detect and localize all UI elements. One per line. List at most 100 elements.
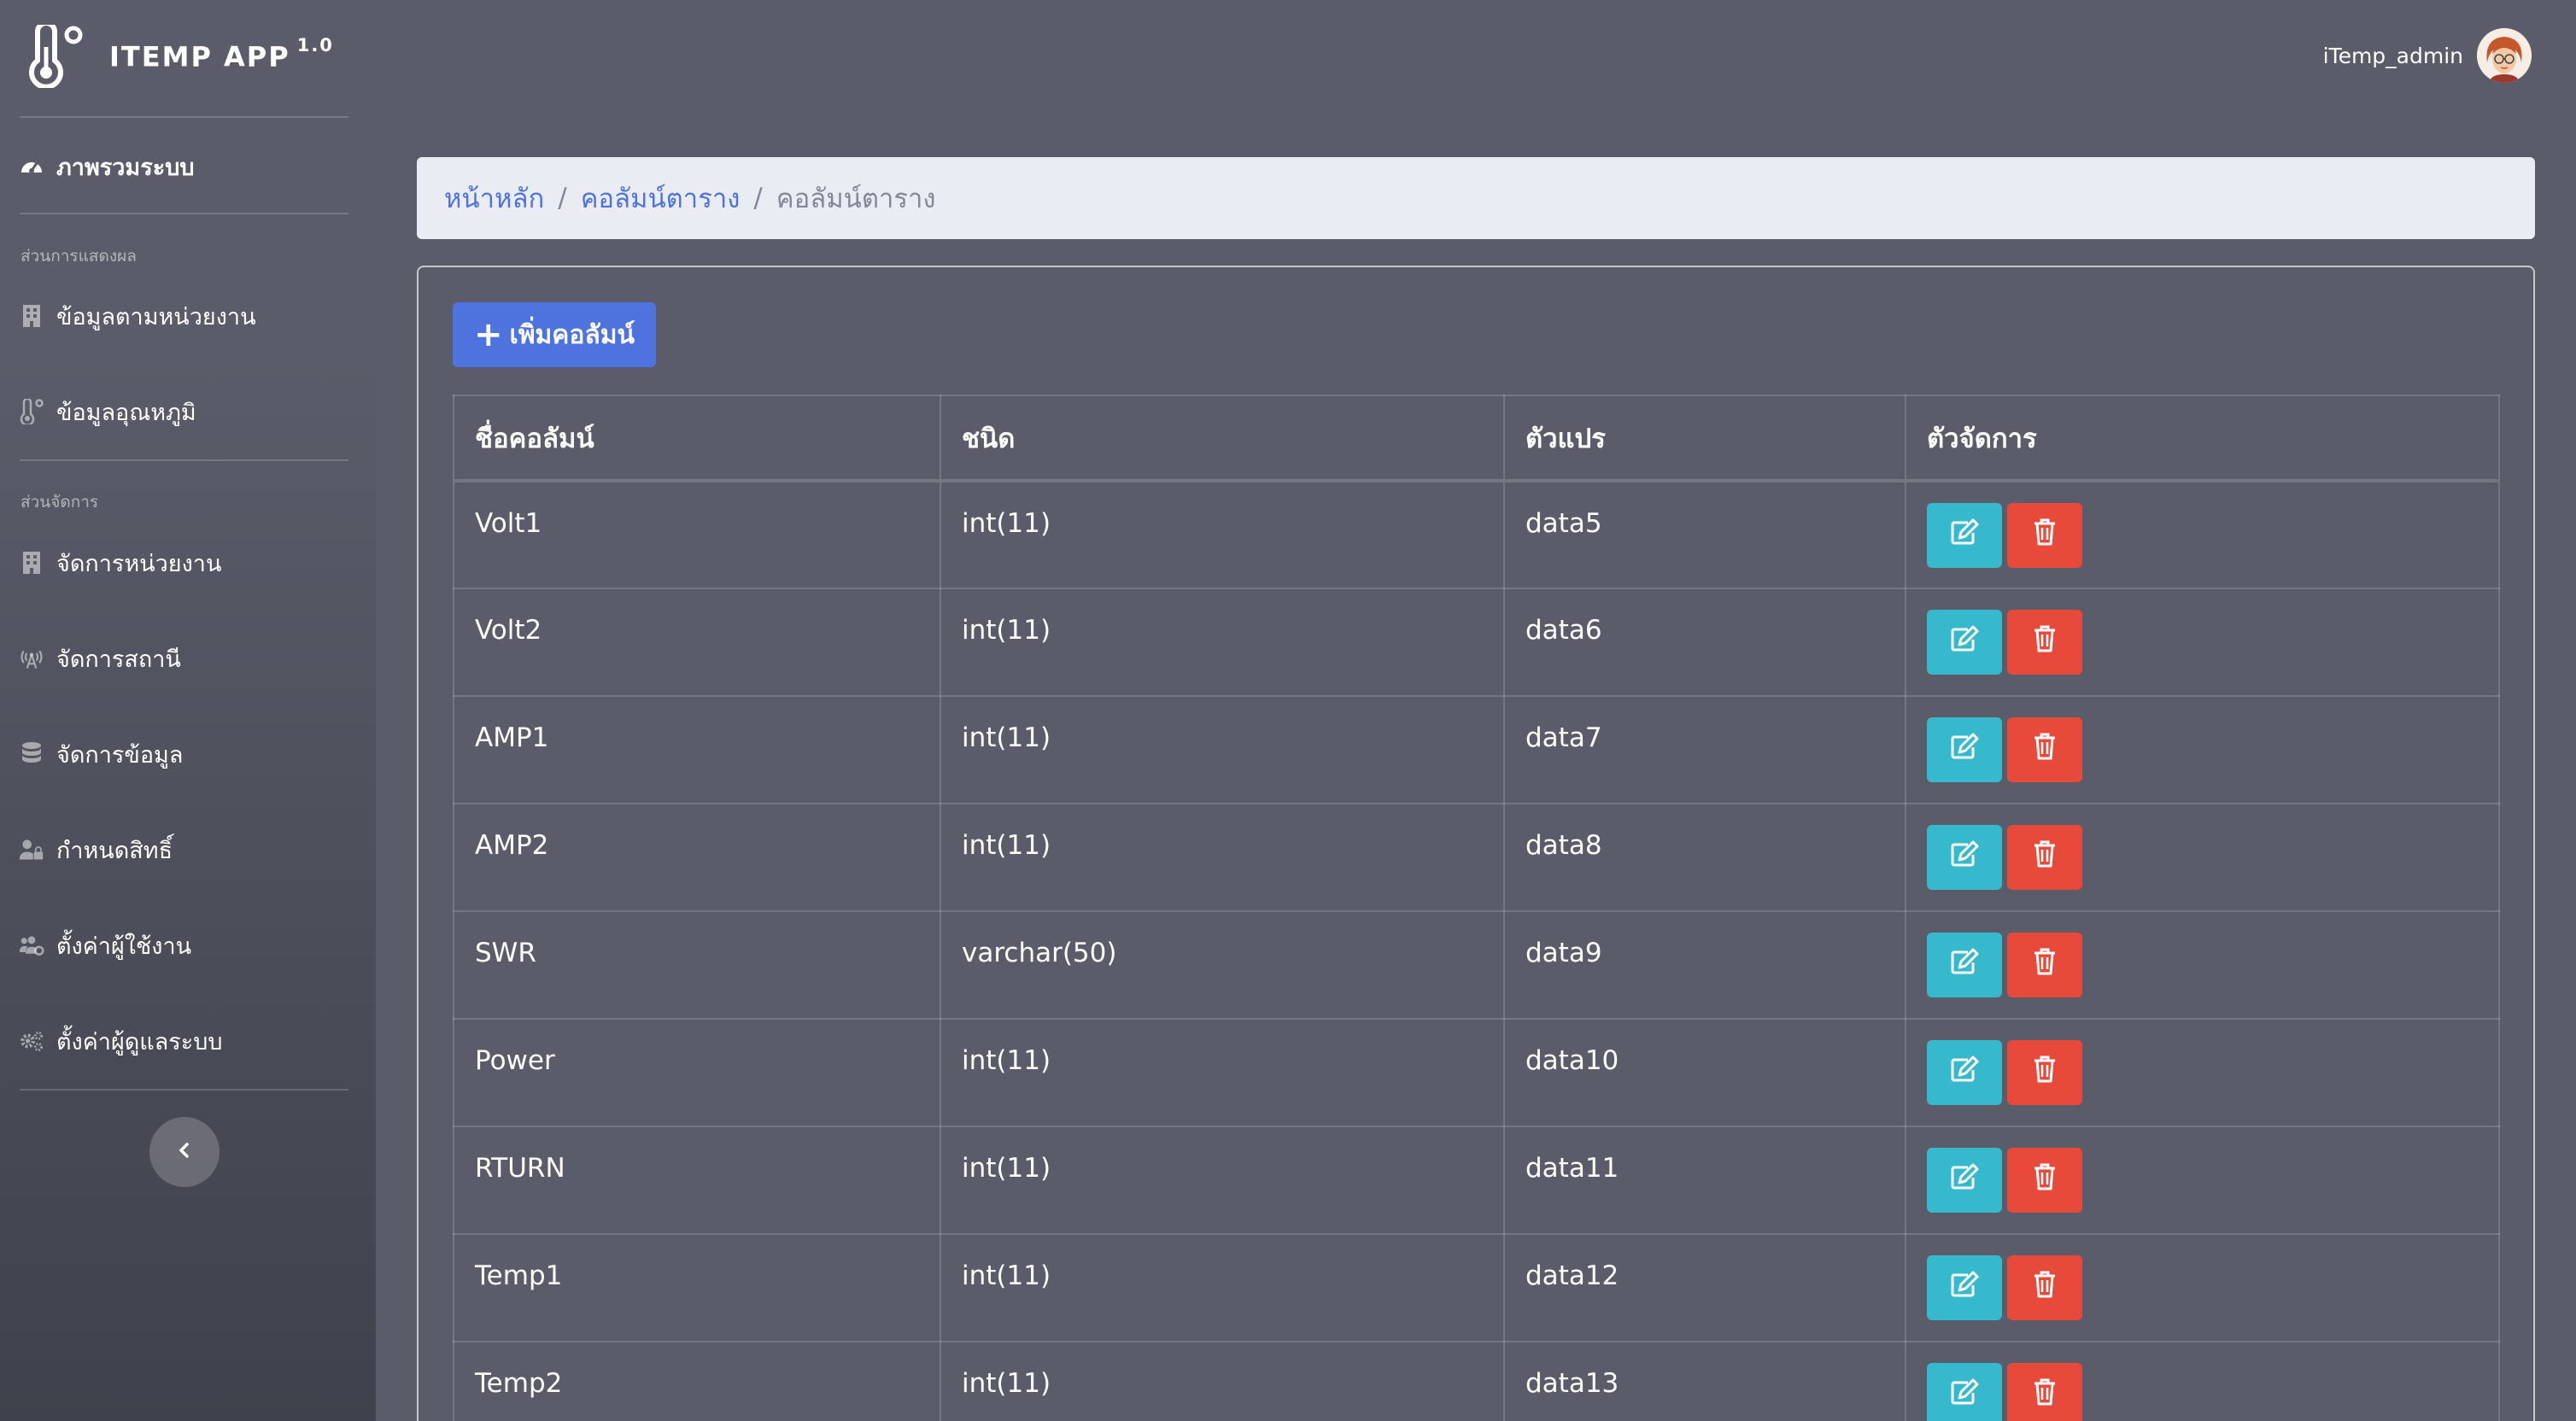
edit-icon bbox=[1949, 732, 1980, 768]
edit-button[interactable] bbox=[1927, 610, 2002, 675]
edit-button[interactable] bbox=[1927, 933, 2002, 997]
header-actions: ตัวจัดการ bbox=[1905, 395, 2500, 482]
sidebar-item-temperature[interactable]: ข้อมูลอุณหภูมิ bbox=[19, 388, 356, 436]
building-icon bbox=[19, 550, 44, 576]
breadcrumb-separator: / bbox=[558, 183, 567, 213]
sidebar-item-manage-stations[interactable]: จัดการสถานี bbox=[19, 634, 356, 682]
cell-actions bbox=[1905, 1341, 2500, 1421]
cell-variable: data13 bbox=[1503, 1341, 1906, 1421]
sidebar-item-permissions[interactable]: กำหนดสิทธิ์ bbox=[19, 826, 356, 874]
breadcrumb-separator: / bbox=[753, 183, 763, 213]
breadcrumb-home-link[interactable]: หน้าหลัก bbox=[444, 177, 544, 219]
table-row: RTURN int(11) data11 bbox=[453, 1126, 2500, 1235]
table-row: AMP2 int(11) data8 bbox=[453, 803, 2500, 912]
sidebar-divider bbox=[20, 459, 348, 461]
sidebar-item-dashboard[interactable]: ภาพรวมระบบ bbox=[19, 143, 356, 190]
cogs-icon bbox=[19, 1028, 44, 1054]
trash-icon bbox=[2033, 839, 2057, 875]
sidebar-item-label: จัดการสถานี bbox=[56, 646, 181, 673]
sidebar-toggle-button[interactable] bbox=[149, 1117, 220, 1187]
edit-icon bbox=[1949, 947, 1980, 983]
table-row: AMP1 int(11) data7 bbox=[453, 695, 2500, 804]
edit-button[interactable] bbox=[1927, 1363, 2002, 1421]
thermometer-logo-icon bbox=[24, 25, 87, 88]
delete-button[interactable] bbox=[2007, 610, 2082, 675]
cell-variable: data9 bbox=[1503, 910, 1906, 1020]
plus-icon: + bbox=[473, 315, 503, 354]
sidebar-item-manage-data[interactable]: จัดการข้อมูล bbox=[19, 730, 356, 778]
cell-variable: data12 bbox=[1503, 1233, 1906, 1342]
trash-icon bbox=[2033, 947, 2057, 983]
header-type: ชนิด bbox=[940, 395, 1505, 482]
trash-icon bbox=[2033, 1270, 2057, 1306]
cell-column-name: Temp1 bbox=[453, 1233, 941, 1342]
sidebar-item-manage-units[interactable]: จัดการหน่วยงาน bbox=[19, 539, 356, 587]
table-row: Power int(11) data10 bbox=[453, 1018, 2500, 1127]
delete-button[interactable] bbox=[2007, 825, 2082, 890]
cell-variable: data7 bbox=[1503, 695, 1906, 804]
cell-actions bbox=[1905, 1018, 2500, 1127]
trash-icon bbox=[2033, 732, 2057, 768]
user-lock-icon bbox=[19, 837, 44, 863]
add-column-button[interactable]: + เพิ่มคอลัมน์ bbox=[453, 302, 656, 367]
edit-button[interactable] bbox=[1927, 1148, 2002, 1213]
trash-icon bbox=[2033, 624, 2057, 660]
cell-actions bbox=[1905, 1126, 2500, 1235]
delete-button[interactable] bbox=[2007, 1148, 2082, 1213]
breadcrumb: หน้าหลัก / คอลัมน์ตาราง / คอลัมน์ตาราง bbox=[417, 157, 2535, 239]
cell-type: int(11) bbox=[940, 588, 1505, 697]
sidebar-item-display-by-unit[interactable]: ข้อมูลตามหน่วยงาน bbox=[19, 292, 356, 340]
edit-button[interactable] bbox=[1927, 825, 2002, 890]
edit-button[interactable] bbox=[1927, 717, 2002, 782]
user-menu[interactable]: iTemp_admin bbox=[2323, 26, 2532, 85]
header-column-name: ชื่อคอลัมน์ bbox=[453, 395, 941, 482]
sidebar-heading-manage: ส่วนจัดการ bbox=[20, 493, 99, 512]
cell-column-name: Volt2 bbox=[453, 588, 941, 697]
trash-icon bbox=[2033, 1055, 2057, 1091]
sidebar-item-admin-settings[interactable]: ตั้งค่าผู้ดูแลระบบ bbox=[19, 1017, 356, 1065]
delete-button[interactable] bbox=[2007, 1255, 2082, 1320]
sidebar-item-label: ข้อมูลอุณหภูมิ bbox=[56, 399, 196, 426]
delete-button[interactable] bbox=[2007, 933, 2082, 997]
delete-button[interactable] bbox=[2007, 1363, 2082, 1421]
edit-button[interactable] bbox=[1927, 1255, 2002, 1320]
sidebar-item-label: ข้อมูลตามหน่วยงาน bbox=[56, 303, 256, 330]
breadcrumb-parent-link[interactable]: คอลัมน์ตาราง bbox=[581, 177, 741, 219]
database-icon bbox=[19, 741, 44, 767]
cell-actions bbox=[1905, 803, 2500, 912]
cell-variable: data10 bbox=[1503, 1018, 1906, 1127]
header-variable: ตัวแปร bbox=[1503, 395, 1906, 482]
cell-column-name: Temp2 bbox=[453, 1341, 941, 1421]
cell-actions bbox=[1905, 695, 2500, 804]
edit-icon bbox=[1949, 839, 1980, 875]
sidebar-item-label: ภาพรวมระบบ bbox=[56, 154, 195, 181]
cell-actions bbox=[1905, 910, 2500, 1020]
edit-icon bbox=[1949, 1055, 1980, 1091]
brand[interactable]: ITEMP APP 1.0 bbox=[24, 22, 334, 91]
table-row: Volt1 int(11) data5 bbox=[453, 480, 2500, 589]
cell-column-name: RTURN bbox=[453, 1126, 941, 1235]
cell-variable: data8 bbox=[1503, 803, 1906, 912]
cell-type: int(11) bbox=[940, 1018, 1505, 1127]
cell-type: int(11) bbox=[940, 1126, 1505, 1235]
cell-type: int(11) bbox=[940, 1341, 1505, 1421]
delete-button[interactable] bbox=[2007, 717, 2082, 782]
cell-type: int(11) bbox=[940, 695, 1505, 804]
sidebar-item-label: ตั้งค่าผู้ดูแลระบบ bbox=[56, 1028, 223, 1056]
edit-icon bbox=[1949, 518, 1980, 553]
cell-column-name: AMP2 bbox=[453, 803, 941, 912]
add-column-label: เพิ่มคอลัมน์ bbox=[509, 319, 635, 350]
sidebar-item-label: กำหนดสิทธิ์ bbox=[56, 837, 173, 864]
delete-button[interactable] bbox=[2007, 1040, 2082, 1105]
table-row: Temp2 int(11) data13 bbox=[453, 1341, 2500, 1421]
columns-table: ชื่อคอลัมน์ ชนิด ตัวแปร ตัวจัดการ Volt1 i… bbox=[453, 395, 2500, 1421]
delete-button[interactable] bbox=[2007, 503, 2082, 568]
cell-column-name: Power bbox=[453, 1018, 941, 1127]
edit-button[interactable] bbox=[1927, 1040, 2002, 1105]
edit-icon bbox=[1949, 624, 1980, 660]
trash-icon bbox=[2033, 518, 2057, 553]
building-icon bbox=[19, 303, 44, 329]
sidebar-item-label: ตั้งค่าผู้ใช้งาน bbox=[56, 933, 192, 960]
edit-button[interactable] bbox=[1927, 503, 2002, 568]
sidebar-item-user-settings[interactable]: ตั้งค่าผู้ใช้งาน bbox=[19, 921, 356, 969]
